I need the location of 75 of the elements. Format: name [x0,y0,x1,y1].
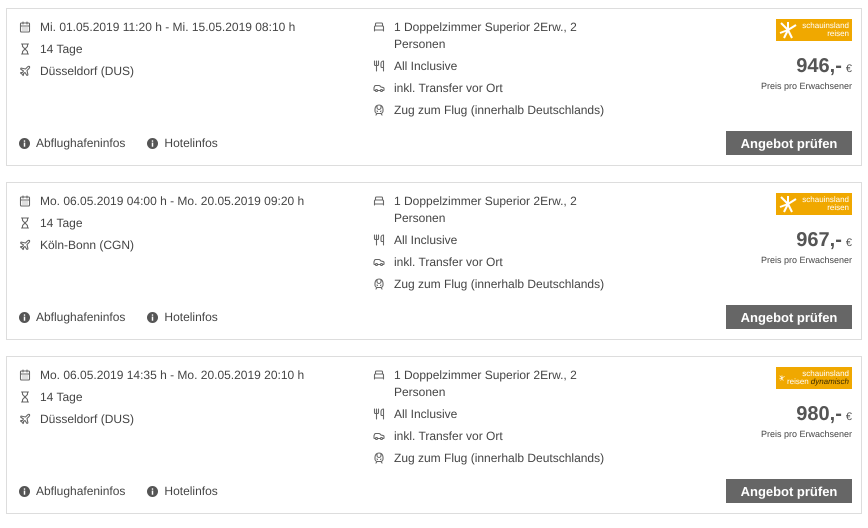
price-note: Preis pro Erwachsener [760,81,852,91]
room-type: 1 Doppelzimmer Superior 2Erw., 2 Personen [394,193,578,227]
plane-icon [19,413,31,425]
offer-button[interactable]: Angebot prüfen [726,479,852,503]
price: 980,- [796,403,842,426]
departure-airport: Düsseldorf (DUS) [40,411,134,428]
price: 967,- [796,229,842,252]
logo-text: dynamisch [810,378,849,386]
info-icon [19,486,30,496]
travel-dates: Mi. 01.05.2019 11:20 h - Mi. 15.05.2019 08:10 h [40,19,296,36]
info-link[interactable]: Abflughafeninfos [19,484,126,498]
transfer-info: inkl. Transfer vor Ort [394,80,503,97]
hourglass-icon [19,391,31,403]
duration: 14 Tage [40,215,82,232]
car-icon [373,430,385,442]
currency: € [846,237,852,249]
info-link[interactable]: Abflughafeninfos [19,310,126,324]
info-icon [147,486,158,496]
train-icon [373,104,385,116]
utensils-icon [373,408,385,420]
travel-dates: Mo. 06.05.2019 14:35 h - Mo. 20.05.2019 20:10 h [40,367,304,384]
board-type: All Inclusive [394,232,458,249]
duration: 14 Tage [40,41,82,58]
calendar-icon [19,21,31,33]
train-info: Zug zum Flug (innerhalb Deutschlands) [394,450,604,467]
plane-icon [19,65,31,77]
departure-airport: Köln-Bonn (CGN) [40,237,134,254]
logo-text: reisen [786,378,809,386]
train-info: Zug zum Flug (innerhalb Deutschlands) [394,276,604,293]
room-type: 1 Doppelzimmer Superior 2Erw., 2 Personen [394,19,578,53]
currency: € [846,411,852,423]
info-link[interactable]: Hotelinfos [147,310,218,324]
bed-icon [373,195,385,207]
bed-icon [373,369,385,381]
car-icon [373,82,385,94]
travel-dates: Mo. 06.05.2019 04:00 h - Mo. 20.05.2019 09:20 h [40,193,304,210]
offer-button[interactable]: Angebot prüfen [726,131,852,155]
transfer-info: inkl. Transfer vor Ort [394,254,503,271]
bed-icon [373,21,385,33]
info-icon [147,138,158,148]
hourglass-icon [19,43,31,55]
duration: 14 Tage [40,389,82,406]
utensils-icon [373,60,385,72]
logo-text: schauinsland [802,196,849,204]
board-type: All Inclusive [394,58,458,75]
plane-icon [19,239,31,251]
logo-text: schauinsland [802,22,849,30]
sunburst-icon [779,195,797,213]
offer-button[interactable]: Angebot prüfen [726,305,852,329]
hourglass-icon [19,217,31,229]
train-info: Zug zum Flug (innerhalb Deutschlands) [394,102,604,119]
info-icon [19,138,30,148]
price: 946,- [796,55,842,78]
sunburst-icon [779,21,797,39]
train-icon [373,452,385,464]
calendar-icon [19,195,31,207]
departure-airport: Düsseldorf (DUS) [40,63,134,80]
logo-text: schauinsland [802,370,849,378]
car-icon [373,256,385,268]
room-type: 1 Doppelzimmer Superior 2Erw., 2 Personen [394,367,578,401]
train-icon [373,278,385,290]
calendar-icon [19,369,31,381]
currency: € [846,63,852,75]
info-icon [19,312,30,322]
info-link[interactable]: Abflughafeninfos [19,136,126,150]
board-type: All Inclusive [394,406,458,423]
price-note: Preis pro Erwachsener [760,429,852,439]
price-note: Preis pro Erwachsener [760,255,852,265]
logo-text: reisen [827,204,849,212]
info-icon [147,312,158,322]
logo-text: reisen [827,30,849,38]
utensils-icon [373,234,385,246]
info-link[interactable]: Hotelinfos [147,136,218,150]
info-link[interactable]: Hotelinfos [147,484,218,498]
transfer-info: inkl. Transfer vor Ort [394,428,503,445]
